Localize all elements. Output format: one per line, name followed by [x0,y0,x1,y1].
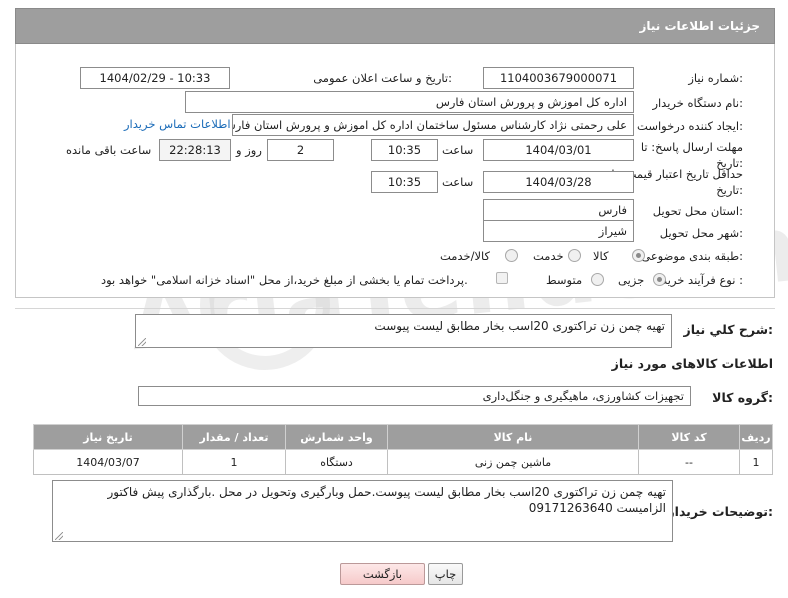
delivery-province-field[interactable]: فارس [483,199,634,221]
panel-header: جزئیات اطلاعات نیاز [15,8,775,44]
treasury-note: پرداخت تمام یا بخشی از مبلغ خرید،از محل … [101,273,468,287]
price-time-label: ساعت [442,175,474,189]
category-service-radio[interactable] [568,249,581,262]
reply-time-field[interactable]: 10:35 [371,139,438,161]
description-label: شرح کلي نياز: [683,322,774,337]
cell-date: 1404/03/07 [33,449,183,475]
buyer-org-label: نام دستگاه خریدار: [652,96,743,110]
cell-unit: دستگاه [285,449,388,475]
category-goods-label: کالا [593,249,609,263]
announce-date-field[interactable]: 1404/02/29 - 10:33 [80,67,230,89]
category-label: طبقه بندی موضوعی: [641,249,743,263]
description-field[interactable]: تهیه چمن زن تراکتوری 20اسب بخار مطابق لی… [135,314,672,348]
col-code-header: کد کالا [638,424,740,450]
announce-date-label: تاریخ و ساعت اعلان عمومی: [313,71,452,85]
process-minor-label: جزیی [618,273,645,287]
need-number-field[interactable]: 1104003679000071 [483,67,634,89]
goods-group-label: گروه کالا: [712,390,773,405]
col-row-header: ردیف [739,424,773,450]
category-goods-radio[interactable] [632,249,645,262]
back-button[interactable]: بازگشت [340,563,425,585]
days-field[interactable]: 2 [267,139,334,161]
treasury-checkbox[interactable] [496,272,508,284]
process-type-label: نوع فرآیند خرید : [661,273,743,287]
delivery-city-label: شهر محل تحویل: [659,226,743,240]
panel-title: جزئیات اطلاعات نیاز [639,19,760,33]
col-qty-header: تعداد / مقدار [182,424,286,450]
resize-grip-icon[interactable] [55,532,63,540]
remaining-time-label: ساعت باقی مانده [66,143,152,157]
col-unit-header: واحد شمارش [285,424,388,450]
remaining-time-field: 22:28:13 [159,139,231,161]
reply-time-label: ساعت [442,143,474,157]
days-label: روز و [236,143,262,157]
process-minor-radio[interactable] [653,273,666,286]
cell-row: 1 [739,449,773,475]
category-goods-service-radio[interactable] [505,249,518,262]
resize-grip-icon[interactable] [138,338,146,346]
buyer-notes-label: توضیحات خریدار: [667,504,773,519]
delivery-city-field[interactable]: شیراز [483,220,634,242]
buyer-notes-field[interactable]: تهیه چمن زن تراکتوری 20اسب بخار مطابق لی… [52,480,673,542]
table-row[interactable]: 1 -- ماشین چمن زنی دستگاه 1 1404/03/07 [33,449,773,475]
creator-label: ایجاد کننده درخواست: [637,119,743,133]
creator-field[interactable]: علی رحمتی نژاد کارشناس مسئول ساختمان ادا… [232,114,634,136]
col-date-header: تاریخ نیاز [33,424,183,450]
table-header-row: ردیف کد کالا نام کالا واحد شمارش تعداد /… [33,424,773,450]
reply-date-field[interactable]: 1404/03/01 [483,139,634,161]
price-date-field[interactable]: 1404/03/28 [483,171,634,193]
print-button[interactable]: چاپ [428,563,463,585]
category-service-label: خدمت [533,249,564,263]
process-medium-label: متوسط [546,273,583,287]
price-time-field[interactable]: 10:35 [371,171,438,193]
buyer-org-field[interactable]: اداره کل اموزش و پرورش استان فارس [185,91,634,113]
cell-name: ماشین چمن زنی [387,449,639,475]
cell-code: -- [638,449,740,475]
goods-group-field[interactable]: تجهیزات کشاورزی، ماهیگیری و جنگل‌داری [138,386,691,406]
delivery-province-label: استان محل تحویل: [652,204,743,218]
cell-qty: 1 [182,449,286,475]
process-medium-radio[interactable] [591,273,604,286]
buyer-contact-link[interactable]: اطلاعات تماس خریدار [124,117,231,131]
need-number-label: شماره نیاز: [688,71,743,85]
divider [15,308,775,309]
col-name-header: نام کالا [387,424,639,450]
category-goods-service-label: کالا/خدمت [440,249,491,263]
goods-section-title: اطلاعات کالاهای مورد نیاز [611,356,773,371]
goods-table: ردیف کد کالا نام کالا واحد شمارش تعداد /… [33,424,773,475]
